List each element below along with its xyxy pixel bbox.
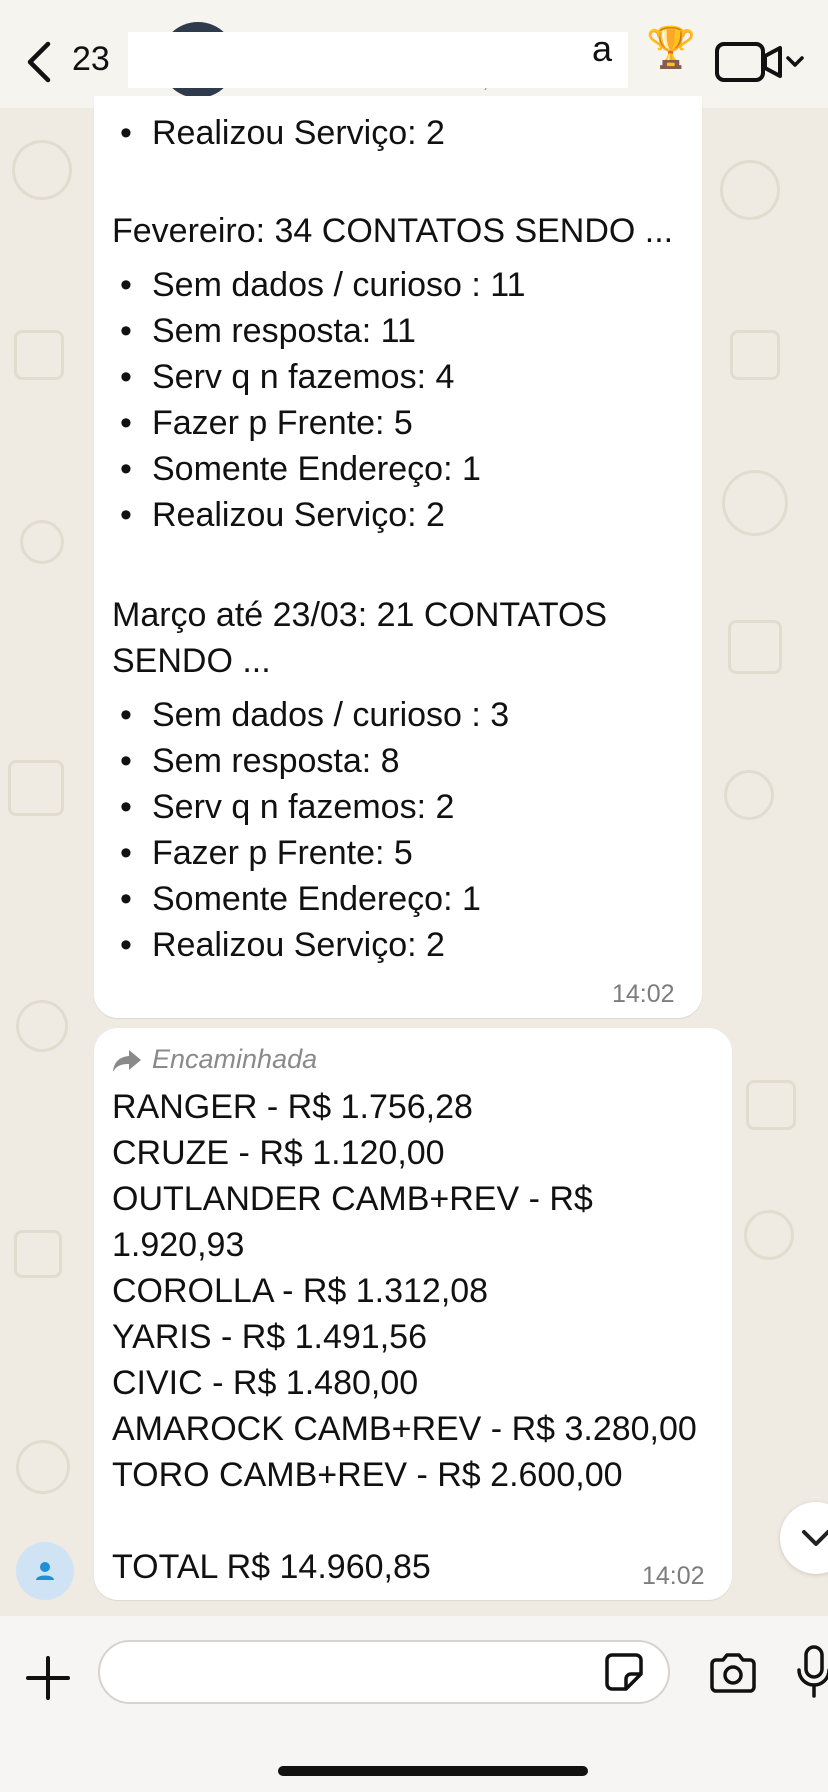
bullet: •	[120, 496, 132, 534]
bullet: •	[120, 696, 132, 734]
trophy-icon: 🏆	[646, 26, 696, 70]
price-line: AMAROCK CAMB+REV - R$ 3.280,00	[112, 1410, 697, 1448]
forwarded-label: Encaminhada	[152, 1044, 318, 1074]
price-line: RANGER - R$ 1.756,28	[112, 1088, 473, 1126]
list-item: Somente Endereço: 1	[152, 880, 481, 918]
list-item: Realizou Serviço: 2	[152, 926, 445, 964]
sticker-icon	[605, 1653, 643, 1691]
list-item: Serv q n fazemos: 2	[152, 788, 455, 826]
scroll-to-bottom-button[interactable]	[780, 1502, 828, 1574]
chevron-left-icon	[27, 41, 51, 83]
camera-button[interactable]	[708, 1652, 758, 1694]
message-bubble[interactable]: • Realizou Serviço: 2 Fevereiro: 34 CONT…	[94, 96, 702, 1018]
price-line: CRUZE - R$ 1.120,00	[112, 1134, 445, 1172]
contact-icon	[36, 1562, 54, 1580]
list-item: Sem dados / curioso : 3	[152, 696, 510, 734]
message-composer	[0, 1616, 828, 1792]
forwarded-message-bubble[interactable]: Encaminhada RANGER - R$ 1.756,28 CRUZE -…	[94, 1028, 732, 1600]
bullet: •	[120, 358, 132, 396]
message-time: 14:02	[642, 1562, 705, 1590]
list-item: Serv q n fazemos: 4	[152, 358, 455, 396]
attach-button[interactable]	[26, 1656, 70, 1700]
plus-icon	[26, 1656, 70, 1700]
microphone-button[interactable]	[794, 1644, 828, 1700]
unread-count: 23	[72, 40, 110, 78]
microphone-icon	[797, 1645, 828, 1698]
total-line: TOTAL R$ 14.960,85	[112, 1548, 431, 1586]
forward-arrow-icon	[113, 1050, 141, 1072]
sticker-button[interactable]	[604, 1652, 644, 1692]
video-call-icon	[715, 42, 804, 82]
price-line: OUTLANDER CAMB+REV - R$	[112, 1180, 593, 1218]
home-indicator	[278, 1766, 588, 1776]
bullet: •	[120, 450, 132, 488]
list-item: Fazer p Frente: 5	[152, 834, 413, 872]
back-button[interactable]	[20, 38, 60, 86]
list-item: Somente Endereço: 1	[152, 450, 481, 488]
list-item: Sem dados / curioso : 11	[152, 266, 526, 304]
message-input[interactable]	[98, 1640, 670, 1704]
bullet: •	[120, 114, 132, 152]
group-title[interactable]: a	[592, 28, 612, 70]
bullet: •	[120, 266, 132, 304]
redacted-title	[128, 32, 628, 88]
bullet: •	[120, 742, 132, 780]
contact-button[interactable]	[16, 1542, 74, 1600]
month-heading: Março até 23/03: 21 CONTATOS	[112, 596, 608, 634]
chevron-down-icon	[802, 1530, 828, 1546]
bullet: •	[120, 788, 132, 826]
list-item: Sem resposta: 8	[152, 742, 400, 780]
month-heading-continued: SENDO ...	[112, 642, 271, 680]
bullet: •	[120, 926, 132, 964]
list-item: Realizou Serviço: 2	[152, 114, 445, 152]
list-item: Realizou Serviço: 2	[152, 496, 445, 534]
list-item: Fazer p Frente: 5	[152, 404, 413, 442]
price-line: TORO CAMB+REV - R$ 2.600,00	[112, 1456, 623, 1494]
list-item: Sem resposta: 11	[152, 312, 416, 350]
video-call-button[interactable]	[714, 40, 810, 84]
month-heading: Fevereiro: 34 CONTATOS SENDO ...	[112, 212, 674, 250]
message-time: 14:02	[612, 980, 675, 1008]
price-line: COROLLA - R$ 1.312,08	[112, 1272, 489, 1310]
price-line: CIVIC - R$ 1.480,00	[112, 1364, 419, 1402]
bullet: •	[120, 312, 132, 350]
bullet: •	[120, 834, 132, 872]
bullet: •	[120, 404, 132, 442]
chat-header: 23 Gabriel Meireles · Leo, Kaio Albu... …	[0, 0, 828, 108]
price-line: YARIS - R$ 1.491,56	[112, 1318, 427, 1356]
camera-icon	[710, 1653, 756, 1693]
bullet: •	[120, 880, 132, 918]
price-line: 1.920,93	[112, 1226, 245, 1264]
